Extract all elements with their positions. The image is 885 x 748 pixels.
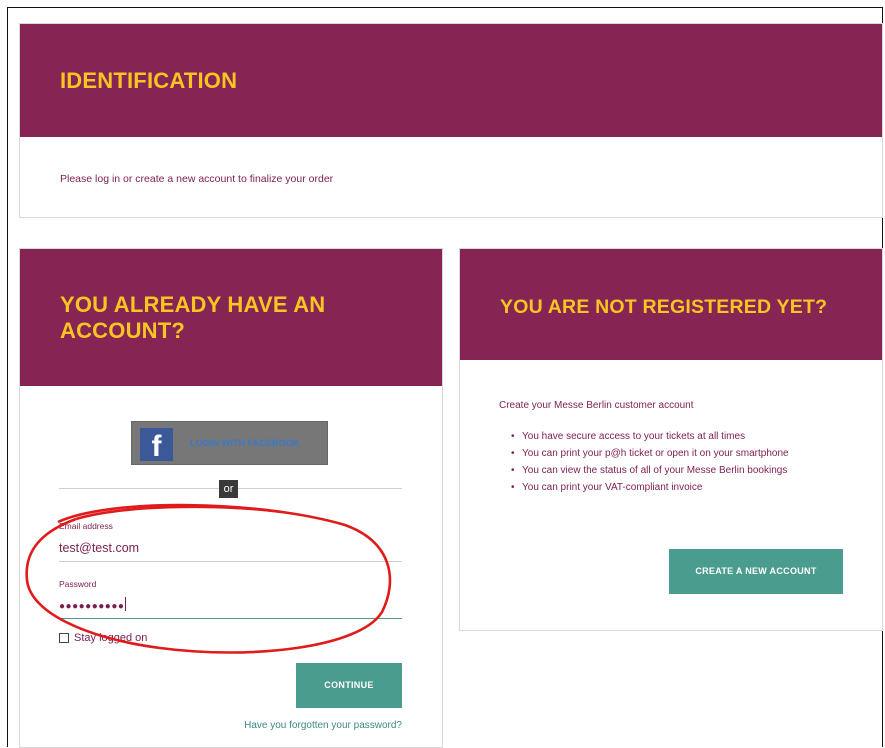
email-label: Email address (59, 521, 113, 531)
password-value: ●●●●●●●●●● (59, 601, 125, 612)
continue-button[interactable]: CONTINUE (296, 663, 402, 708)
benefit-item: You can view the status of all of your M… (510, 462, 789, 479)
or-label: or (219, 480, 238, 498)
facebook-login-button[interactable]: f LOGIN WITH FACEBOOK (131, 421, 328, 465)
register-panel: YOU ARE NOT REGISTERED YET? Create your … (459, 248, 883, 631)
login-title-line2: ACCOUNT? (60, 318, 186, 343)
benefit-item: You can print your p@h ticket or open it… (510, 445, 789, 462)
stay-logged-label[interactable]: Stay logged on (74, 632, 147, 644)
register-intro: Create your Messe Berlin customer accoun… (499, 400, 694, 411)
forgot-password-link[interactable]: Have you forgotten your password? (236, 720, 402, 731)
login-title-line1: YOU ALREADY HAVE AN (60, 292, 326, 317)
email-value: test@test.com (59, 541, 140, 555)
login-title: YOU ALREADY HAVE AN ACCOUNT? (60, 292, 325, 344)
stay-logged-checkbox[interactable] (59, 633, 69, 643)
identification-intro: Please log in or create a new account to… (60, 173, 334, 185)
email-field[interactable]: test@test.com (59, 541, 402, 562)
identification-header: IDENTIFICATION (20, 24, 882, 137)
register-title: YOU ARE NOT REGISTERED YET? (500, 296, 828, 318)
login-header: YOU ALREADY HAVE AN ACCOUNT? (20, 249, 442, 386)
create-account-button[interactable]: CREATE A NEW ACCOUNT (669, 549, 843, 594)
identification-title: IDENTIFICATION (60, 68, 238, 93)
benefit-item: You can print your VAT-compliant invoice (510, 479, 789, 496)
password-label: Password (59, 579, 97, 589)
facebook-login-label: LOGIN WITH FACEBOOK (190, 438, 300, 448)
text-caret (125, 597, 127, 611)
register-header: YOU ARE NOT REGISTERED YET? (460, 249, 882, 360)
identification-panel: IDENTIFICATION Please log in or create a… (19, 23, 883, 218)
benefits-list: You have secure access to your tickets a… (510, 428, 789, 496)
benefit-item: You have secure access to your tickets a… (510, 428, 789, 445)
facebook-icon: f (140, 428, 173, 461)
password-field[interactable]: ●●●●●●●●●● (59, 597, 402, 619)
